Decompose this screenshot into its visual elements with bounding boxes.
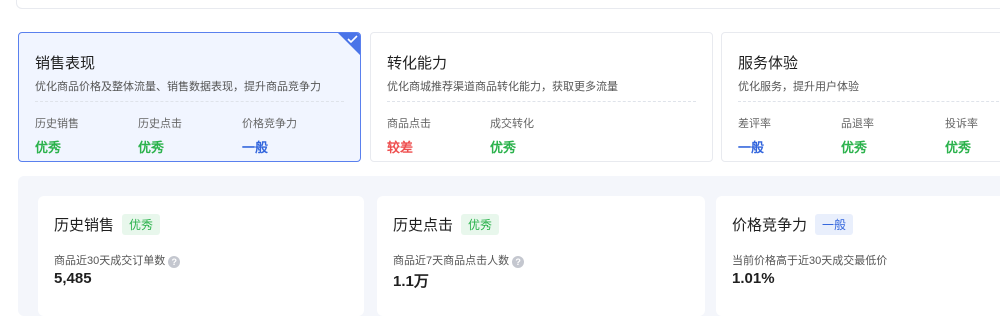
card-title: 服务体验 <box>738 55 799 72</box>
metric-label: 品退率 <box>841 118 874 130</box>
metric-label: 差评率 <box>738 118 771 130</box>
status-badge: 优秀 <box>461 214 500 235</box>
detail-subtitle-text: 商品近7天商品点击人数 <box>393 255 510 267</box>
metric-label: 投诉率 <box>945 118 978 130</box>
detail-subtitle: 商品近30天成交订单数? <box>54 252 181 268</box>
question-circle-icon[interactable]: ? <box>512 256 525 268</box>
metric-value: 优秀 <box>945 140 972 155</box>
metric-history-clicks: 历史点击 优秀 <box>138 115 182 156</box>
card-description: 优化商品价格及整体流量、销售数据表现，提升商品竞争力 <box>35 81 321 93</box>
card-conversion[interactable]: 转化能力 优化商城推荐渠道商品转化能力，获取更多流量 商品点击 较差 成交转化 … <box>370 32 713 162</box>
card-description: 优化商城推荐渠道商品转化能力，获取更多流量 <box>387 81 618 93</box>
detail-subtitle: 商品近7天商品点击人数? <box>393 252 525 268</box>
metric-value: 优秀 <box>841 140 868 155</box>
detail-card-price-competitiveness: 价格竞争力 一般 当前价格高于近30天成交最低价 1.01% <box>716 196 1000 316</box>
metric-history-sales: 历史销售 优秀 <box>35 115 79 156</box>
status-badge: 优秀 <box>122 214 161 235</box>
metric-label: 历史销售 <box>35 118 79 130</box>
metric-quality-return-rate: 品退率 优秀 <box>841 115 874 156</box>
divider <box>35 101 344 102</box>
card-service-experience[interactable]: 服务体验 优化服务，提升用户体验 差评率 一般 品退率 优秀 投诉率 优秀 <box>721 32 1000 162</box>
detail-subtitle-text: 当前价格高于近30天成交最低价 <box>732 255 888 267</box>
top-container-edge <box>16 0 1000 9</box>
divider <box>387 101 696 102</box>
metric-price-competitiveness: 价格竞争力 一般 <box>242 115 297 156</box>
question-circle-icon[interactable]: ? <box>168 256 181 268</box>
detail-card-history-clicks: 历史点击 优秀 商品近7天商品点击人数? 1.1万 <box>377 196 705 316</box>
divider <box>738 101 1000 102</box>
detail-title-text: 历史点击 <box>393 217 454 234</box>
card-sales-performance[interactable]: 销售表现 优化商品价格及整体流量、销售数据表现，提升商品竞争力 历史销售 优秀 … <box>18 32 361 162</box>
metric-value: 一般 <box>242 140 269 155</box>
metric-label: 成交转化 <box>490 118 534 130</box>
detail-title-text: 价格竞争力 <box>732 217 808 234</box>
check-icon <box>338 33 360 55</box>
metric-negative-review-rate: 差评率 一般 <box>738 115 771 156</box>
metric-label: 价格竞争力 <box>242 118 297 130</box>
detail-value: 5,485 <box>54 270 92 287</box>
metric-value: 一般 <box>738 140 765 155</box>
detail-title: 历史点击 优秀 <box>393 214 500 235</box>
metric-value: 较差 <box>387 140 414 155</box>
metric-label: 历史点击 <box>138 118 182 130</box>
metric-complaint-rate: 投诉率 优秀 <box>945 115 978 156</box>
metric-value: 优秀 <box>35 140 62 155</box>
detail-subtitle-text: 商品近30天成交订单数 <box>54 255 166 267</box>
card-title: 转化能力 <box>387 55 448 72</box>
detail-subtitle: 当前价格高于近30天成交最低价 <box>732 252 887 268</box>
metric-value: 优秀 <box>490 140 517 155</box>
detail-card-history-sales: 历史销售 优秀 商品近30天成交订单数? 5,485 <box>38 196 364 316</box>
card-description: 优化服务，提升用户体验 <box>738 81 859 93</box>
status-badge: 一般 <box>815 214 854 235</box>
metric-product-clicks: 商品点击 较差 <box>387 115 431 156</box>
detail-title: 价格竞争力 一般 <box>732 214 854 235</box>
metric-value: 优秀 <box>138 140 165 155</box>
detail-title-text: 历史销售 <box>54 217 115 234</box>
metric-deal-conversion: 成交转化 优秀 <box>490 115 534 156</box>
detail-value: 1.01% <box>732 270 775 287</box>
detail-value: 1.1万 <box>393 273 429 290</box>
metric-label: 商品点击 <box>387 118 431 130</box>
card-title: 销售表现 <box>35 55 96 72</box>
detail-title: 历史销售 优秀 <box>54 214 161 235</box>
